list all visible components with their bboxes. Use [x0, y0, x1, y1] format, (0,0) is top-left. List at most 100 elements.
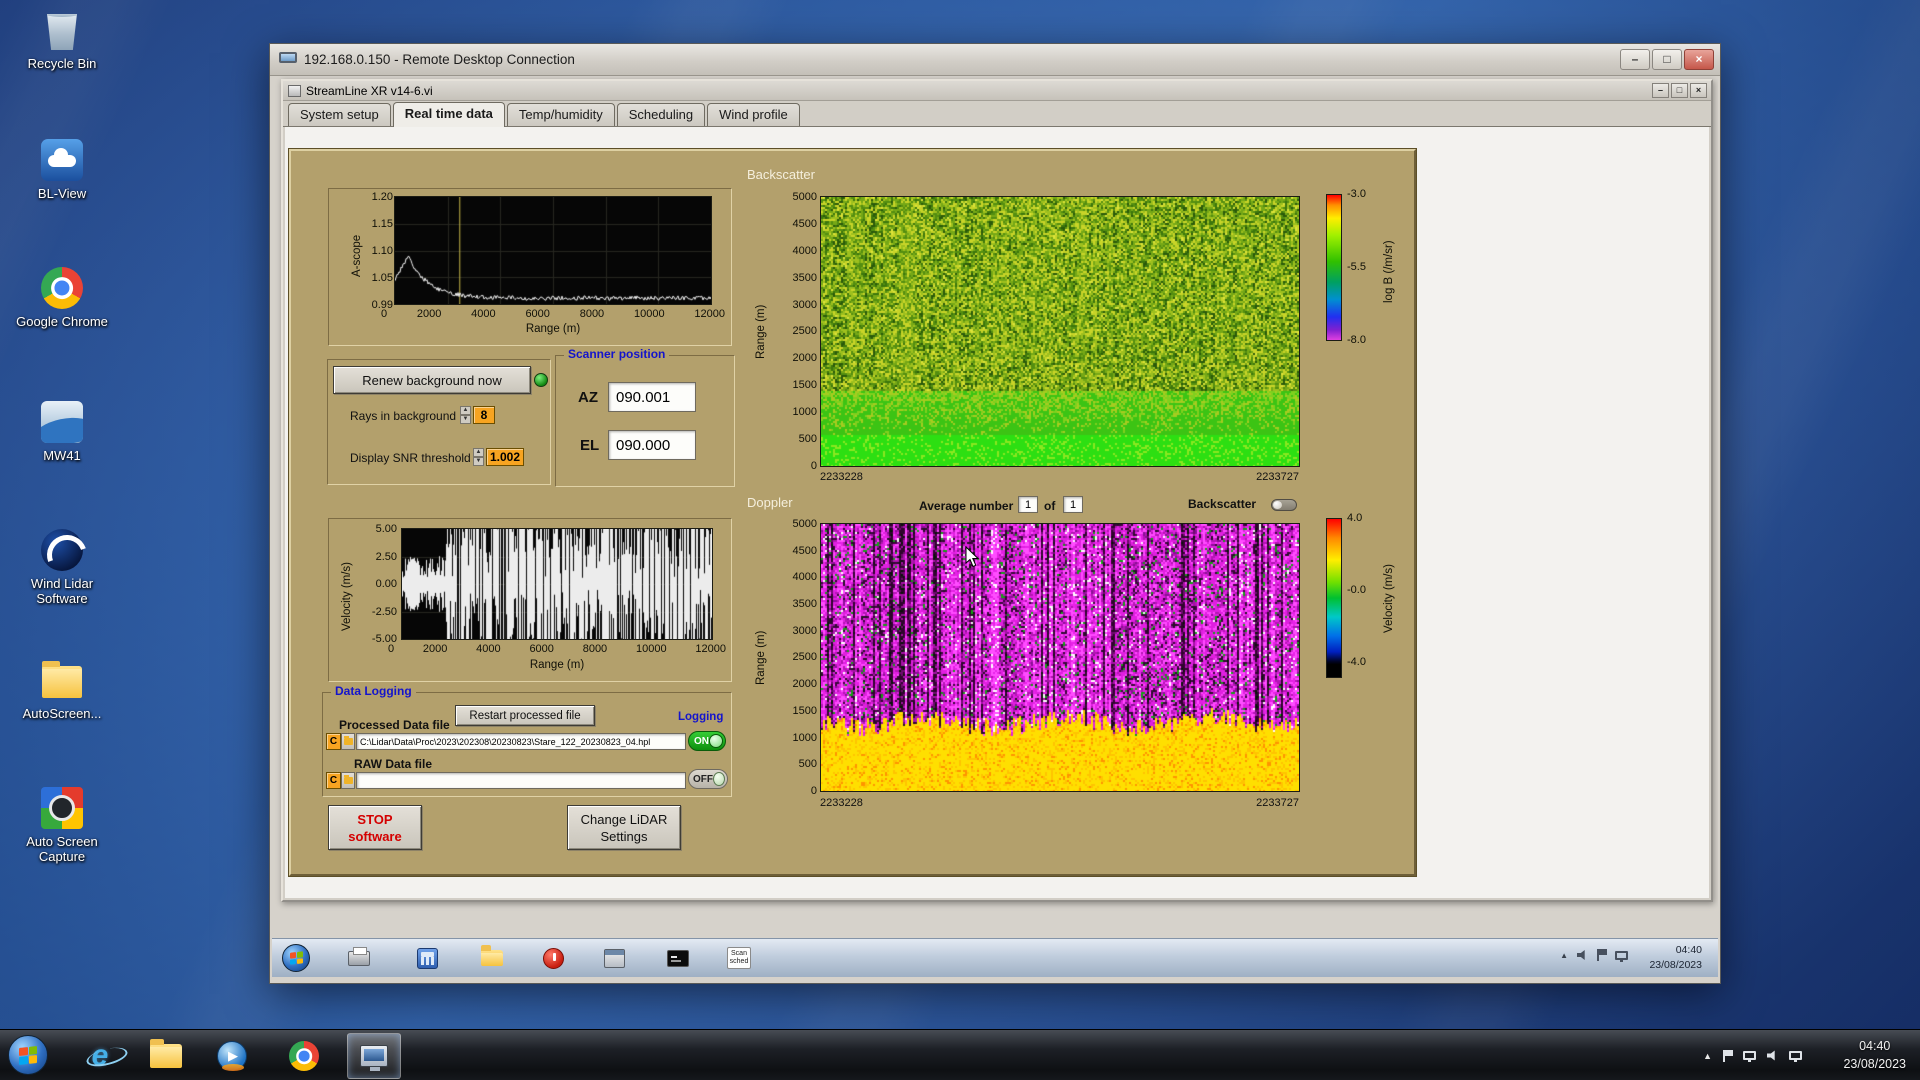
tick-label: 1.20	[359, 191, 393, 203]
app-restore-button[interactable]	[1671, 83, 1688, 98]
tick-label: 1500	[779, 379, 817, 391]
windows-flag-icon	[19, 1046, 37, 1065]
remote-clock[interactable]: 04:40 23/08/2023	[1649, 943, 1702, 973]
desktop-icon-google-chrome[interactable]: Google Chrome	[14, 266, 110, 329]
rdp-titlebar[interactable]: 192.168.0.150 - Remote Desktop Connectio…	[270, 44, 1720, 76]
display-icon[interactable]	[1743, 1051, 1756, 1060]
taskbar-file-explorer[interactable]	[139, 1033, 193, 1079]
tab-scheduling[interactable]: Scheduling	[617, 103, 705, 126]
action-center-icon[interactable]	[1723, 1050, 1732, 1062]
raw-path-field[interactable]	[356, 772, 686, 789]
average-number-label: Average number	[919, 499, 1013, 513]
app-icon	[288, 85, 301, 97]
show-hidden-icons[interactable]: ▲	[1560, 951, 1568, 960]
az-value-box[interactable]: 090.001	[608, 382, 696, 412]
network-icon[interactable]	[1789, 1051, 1802, 1060]
show-hidden-icons[interactable]: ▲	[1703, 1051, 1712, 1061]
action-center-icon[interactable]	[1597, 949, 1606, 961]
front-panel: A-scope 1.20 1.15 1.10 1.05 0.99 0 2000 4000 60…	[289, 149, 1416, 876]
remote-start-button[interactable]	[282, 944, 310, 972]
snr-value-box[interactable]: 1.002	[486, 448, 524, 466]
raw-drive-box[interactable]: C	[326, 772, 341, 789]
minimize-button[interactable]	[1620, 49, 1650, 70]
taskbar-remote-desktop[interactable]	[347, 1033, 401, 1079]
volume-icon[interactable]	[1577, 950, 1588, 961]
toggle-knob	[713, 772, 725, 786]
backscatter-toggle[interactable]	[1271, 499, 1297, 511]
rays-value-box[interactable]: 8	[473, 406, 495, 424]
remote-tray: ▲	[1560, 949, 1628, 961]
processed-logging-toggle[interactable]: ON	[688, 731, 726, 751]
taskbar-chrome[interactable]	[277, 1033, 331, 1079]
rdp-window: 192.168.0.150 - Remote Desktop Connectio…	[269, 43, 1721, 984]
stop-line1: STOP	[357, 811, 392, 828]
volume-icon[interactable]	[1767, 1050, 1778, 1061]
background-controls-group: Renew background now Rays in background …	[327, 359, 551, 485]
change-lidar-settings-button[interactable]: Change LiDAR Settings	[567, 805, 681, 850]
average-number-value[interactable]: 1	[1018, 496, 1038, 513]
remote-taskbar: Scan sched ▲ 04:40 23/08/2023	[272, 938, 1718, 977]
start-button[interactable]	[8, 1035, 48, 1075]
taskbar-clock[interactable]: 04:40 23/08/2023	[1843, 1037, 1906, 1073]
app-titlebar[interactable]: StreamLine XR v14-6.vi	[283, 81, 1711, 101]
processed-path-field[interactable]: C:\Lidar\Data\Proc\2023\202308\20230823\…	[356, 733, 686, 750]
close-button[interactable]	[1684, 49, 1714, 70]
tick-label: 0.00	[355, 578, 397, 590]
snr-spinner[interactable]	[473, 448, 484, 466]
remote-taskbar-scan-sched[interactable]: Scan sched	[722, 943, 756, 973]
tick-label: 4.0	[1347, 512, 1379, 524]
backscatter-title: Backscatter	[747, 167, 815, 182]
tab-temp-humidity[interactable]: Temp/humidity	[507, 103, 615, 126]
app-close-button[interactable]	[1690, 83, 1707, 98]
network-icon[interactable]	[1615, 951, 1628, 960]
el-value-box[interactable]: 090.000	[608, 430, 696, 460]
maximize-button[interactable]	[1652, 49, 1682, 70]
remote-taskbar-console[interactable]	[661, 943, 695, 973]
desktop-icon-mw41[interactable]: MW41	[14, 400, 110, 463]
desktop-icon-auto-screen-capture[interactable]: Auto Screen Capture	[14, 786, 110, 864]
taskbar-media-player[interactable]	[205, 1033, 259, 1079]
rdp-window-title: 192.168.0.150 - Remote Desktop Connectio…	[304, 52, 1620, 67]
tab-real-time-data[interactable]: Real time data	[393, 102, 505, 127]
bl-view-icon	[40, 138, 84, 182]
processed-drive-box[interactable]: C	[326, 733, 341, 750]
remote-taskbar-printer[interactable]	[342, 943, 376, 973]
ascope-y-axis: 1.20 1.15 1.10 1.05 0.99	[359, 191, 393, 311]
raw-logging-toggle[interactable]: OFF	[688, 769, 728, 789]
average-total-value[interactable]: 1	[1063, 496, 1083, 513]
stop-software-button[interactable]: STOP software	[328, 805, 422, 850]
tick-label: 3500	[779, 272, 817, 284]
tick-label: 6000	[525, 308, 549, 320]
tick-label: 5.00	[355, 523, 397, 535]
off-label: OFF	[693, 774, 713, 785]
remote-taskbar-calculator[interactable]	[410, 943, 444, 973]
backscatter-colorbar	[1326, 194, 1342, 341]
renew-background-button[interactable]: Renew background now	[333, 366, 531, 394]
change-line1: Change LiDAR	[581, 811, 668, 828]
desktop-icon-recycle-bin[interactable]: Recycle Bin	[14, 8, 110, 71]
tick-label: 1000	[779, 732, 817, 744]
desktop-icon-wind-lidar[interactable]: Wind Lidar Software	[14, 528, 110, 606]
desktop-icon-autoscreen-folder[interactable]: AutoScreen...	[14, 658, 110, 721]
tick-label: -5.5	[1347, 261, 1379, 273]
calculator-icon	[417, 948, 438, 969]
tick-label: 3500	[779, 598, 817, 610]
remote-taskbar-folder[interactable]	[475, 943, 509, 973]
remote-taskbar-xr-app[interactable]	[597, 943, 631, 973]
desktop-icon-bl-view[interactable]: BL-View	[14, 138, 110, 201]
tick-label: 4000	[779, 245, 817, 257]
tick-label: 4000	[471, 308, 495, 320]
processed-browse-button[interactable]	[341, 733, 355, 750]
raw-browse-button[interactable]	[341, 772, 355, 789]
taskbar-internet-explorer[interactable]: e	[73, 1033, 127, 1079]
remote-taskbar-stop-app[interactable]	[536, 943, 570, 973]
tab-system-setup[interactable]: System setup	[288, 103, 391, 126]
scanner-position-title: Scanner position	[564, 347, 669, 361]
internet-explorer-icon: e	[92, 1039, 109, 1073]
app-minimize-button[interactable]	[1652, 83, 1669, 98]
restart-processed-file-button[interactable]: Restart processed file	[455, 705, 595, 726]
tick-label: 0	[381, 308, 387, 320]
tab-wind-profile[interactable]: Wind profile	[707, 103, 800, 126]
rays-spinner[interactable]	[460, 406, 471, 424]
chrome-icon	[40, 266, 84, 310]
